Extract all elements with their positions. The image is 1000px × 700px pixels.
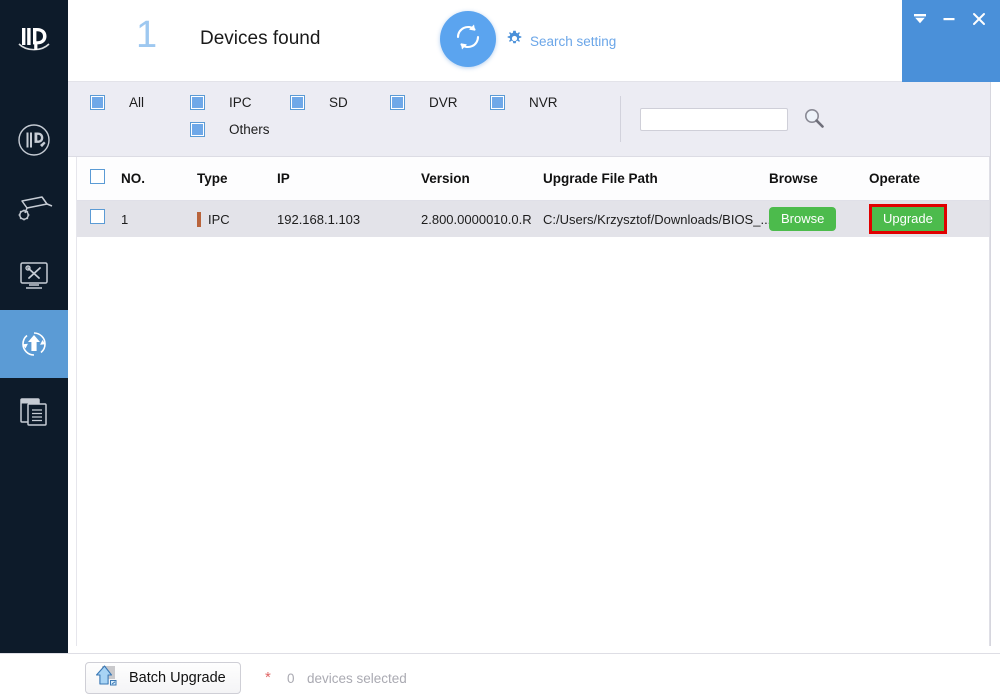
column-header-version: Version	[421, 171, 470, 186]
filter-nvr-label: NVR	[529, 95, 558, 110]
upgrade-button[interactable]: Upgrade	[872, 207, 944, 231]
tools-monitor-icon	[14, 258, 54, 294]
row-operate-cell: Upgrade	[869, 204, 979, 234]
device-settings-camera-icon	[14, 191, 54, 225]
sidebar	[0, 0, 68, 653]
id-logo-icon	[14, 22, 54, 61]
filter-sd-label: SD	[329, 95, 348, 110]
column-header-ip: IP	[277, 171, 290, 186]
row-no: 1	[121, 211, 129, 227]
gear-icon	[506, 30, 523, 52]
upgrade-arrow-icon	[14, 324, 54, 364]
filter-nvr-checkbox[interactable]	[490, 95, 505, 110]
collapse-button[interactable]	[909, 10, 931, 32]
column-header-path: Upgrade File Path	[543, 171, 658, 186]
footer-bar: Batch Upgrade * 0 devices selected	[0, 653, 1000, 700]
upgrade-highlight-box: Upgrade	[869, 204, 947, 234]
column-header-browse: Browse	[769, 171, 818, 186]
filter-ipc-checkbox[interactable]	[190, 95, 205, 110]
browse-button[interactable]: Browse	[769, 207, 837, 231]
filter-all-label: All	[129, 95, 145, 110]
sidebar-item-ip-config[interactable]	[0, 106, 68, 174]
app-logo	[0, 0, 68, 82]
filter-all-checkbox[interactable]	[90, 95, 105, 110]
row-browse-cell: Browse	[769, 207, 869, 231]
window-controls	[902, 0, 1000, 82]
filter-bar: All IPC SD DVR NVR Others	[68, 82, 1000, 157]
required-asterisk: *	[265, 669, 271, 686]
table-header-select-cell	[77, 168, 121, 189]
column-header-no: NO.	[121, 171, 146, 186]
filter-ipc[interactable]: IPC	[190, 95, 252, 110]
files-logs-icon	[14, 393, 54, 431]
filter-others-checkbox[interactable]	[190, 122, 205, 137]
column-header-type: Type	[197, 171, 228, 186]
collapse-icon	[913, 12, 927, 30]
header-bar: 1 Devices found Search setting	[68, 0, 1000, 82]
sidebar-item-tools[interactable]	[0, 242, 68, 310]
row-checkbox[interactable]	[90, 209, 105, 224]
filter-sd-checkbox[interactable]	[290, 95, 305, 110]
search-setting-label: Search setting	[530, 33, 617, 49]
filter-divider	[620, 96, 621, 142]
ip-config-icon	[15, 121, 53, 159]
table-header-row: NO. Type IP Version Upgrade File Path Br…	[77, 157, 989, 201]
close-icon	[972, 12, 986, 31]
app-window: 1 Devices found Search setting All IPC S…	[0, 0, 1000, 700]
device-count: 1	[136, 14, 158, 56]
search-input[interactable]	[640, 108, 788, 131]
search-setting-button[interactable]: Search setting	[506, 30, 616, 52]
filter-others[interactable]: Others	[190, 122, 270, 137]
refresh-sync-icon	[451, 20, 485, 59]
filter-dvr-label: DVR	[429, 95, 458, 110]
row-version: 2.800.0000010.0.R	[421, 211, 532, 227]
upload-house-icon	[94, 664, 120, 693]
sidebar-item-upgrade[interactable]	[0, 310, 68, 378]
table-right-edge	[990, 82, 1000, 646]
filter-others-label: Others	[229, 122, 270, 137]
column-header-operate: Operate	[869, 171, 921, 186]
row-upgrade-file-path: C:/Users/Krzysztof/Downloads/BIOS_...	[543, 211, 769, 227]
type-color-bar-icon	[197, 211, 201, 227]
row-type: IPC	[197, 211, 277, 227]
filter-dvr-checkbox[interactable]	[390, 95, 405, 110]
minimize-button[interactable]	[938, 10, 960, 32]
selected-device-count: 0	[287, 671, 295, 686]
row-ip: 192.168.1.103	[277, 211, 361, 227]
batch-upgrade-label: Batch Upgrade	[129, 670, 226, 686]
devices-found-label: Devices found	[200, 28, 321, 49]
filter-ipc-label: IPC	[229, 95, 252, 110]
row-select-cell	[77, 209, 121, 229]
minimize-icon	[942, 12, 956, 30]
sidebar-item-device-settings[interactable]	[0, 174, 68, 242]
close-button[interactable]	[968, 10, 990, 32]
table-row[interactable]: 1 IPC 192.168.1.103 2.800.0000010.0.R C:…	[77, 201, 989, 237]
filter-dvr[interactable]: DVR	[390, 95, 458, 110]
sidebar-item-files[interactable]	[0, 378, 68, 446]
row-type-label: IPC	[208, 211, 230, 227]
batch-upgrade-button[interactable]: Batch Upgrade	[85, 662, 241, 694]
device-table: NO. Type IP Version Upgrade File Path Br…	[76, 157, 990, 646]
filter-nvr[interactable]: NVR	[490, 95, 558, 110]
magnifier-icon[interactable]	[803, 107, 825, 134]
refresh-button[interactable]	[440, 11, 496, 67]
selected-device-text: devices selected	[307, 671, 407, 686]
filter-sd[interactable]: SD	[290, 95, 348, 110]
select-all-checkbox[interactable]	[90, 168, 105, 184]
filter-all[interactable]: All	[90, 95, 144, 110]
